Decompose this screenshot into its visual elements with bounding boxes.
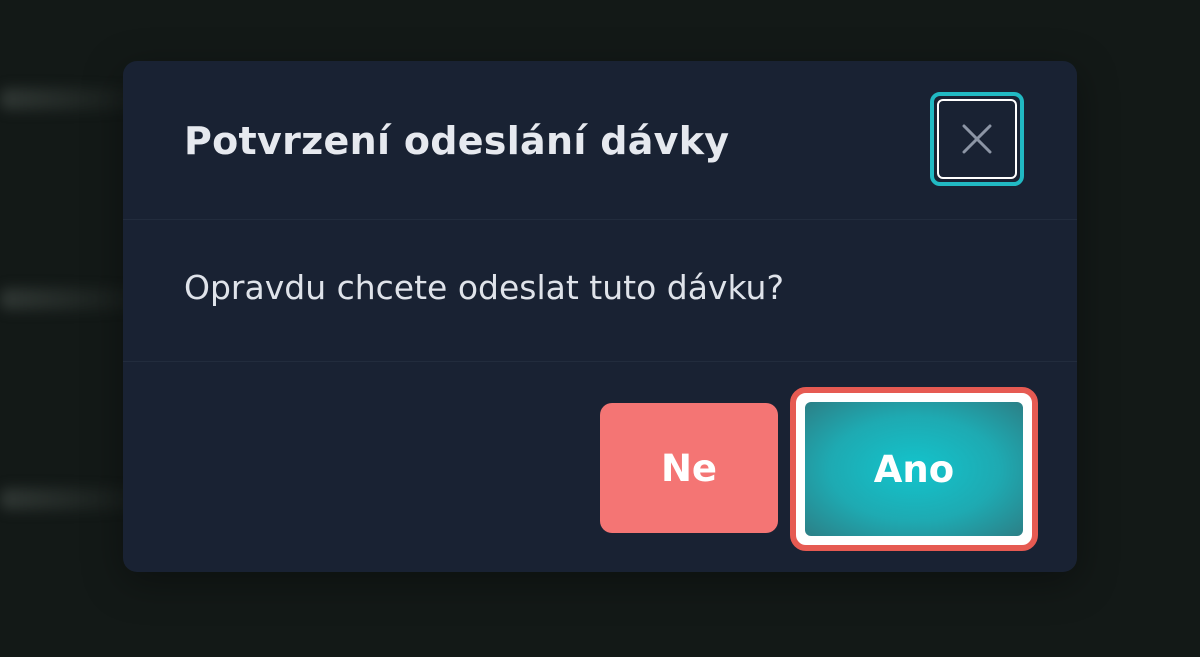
- dialog-body: Opravdu chcete odeslat tuto dávku?: [123, 220, 1077, 362]
- blurred-background-text: [0, 288, 140, 310]
- close-button[interactable]: [930, 92, 1024, 186]
- dialog-header: Potvrzení odeslání dávky: [123, 61, 1077, 220]
- yes-button[interactable]: Ano: [805, 402, 1023, 536]
- dialog-title: Potvrzení odeslání dávky: [184, 119, 730, 163]
- no-button[interactable]: Ne: [600, 403, 778, 533]
- close-icon: [962, 124, 992, 154]
- confirm-dialog: Potvrzení odeslání dávky Opravdu chcete …: [123, 61, 1077, 572]
- blurred-background-text: [0, 88, 140, 110]
- yes-button-focus-ring: Ano: [790, 387, 1038, 551]
- blurred-background-text: [0, 488, 140, 510]
- dialog-message: Opravdu chcete odeslat tuto dávku?: [184, 268, 784, 307]
